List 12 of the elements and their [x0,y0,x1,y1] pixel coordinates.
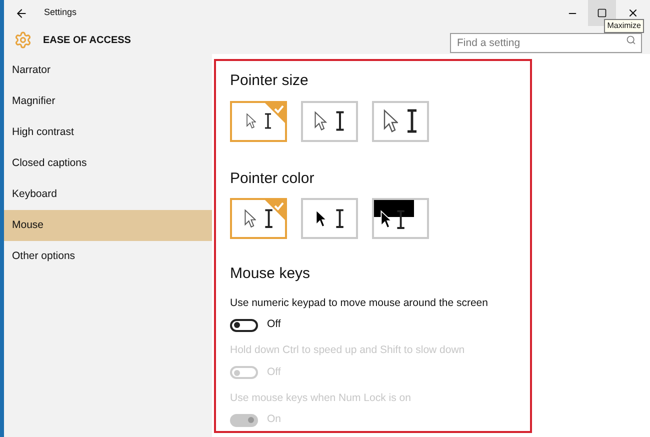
setting-label: Use mouse keys when Num Lock is on [230,390,412,406]
section-heading: Pointer color [230,168,316,188]
setting-label: Use numeric keypad to move mouse around the screen [230,296,489,310]
page-title: EASE OF ACCESS [43,34,131,48]
toggle-state: On [267,412,282,428]
toggle-state: Off [267,317,281,332]
tooltip: Maximize [604,19,644,33]
section-heading: Mouse keys [230,264,312,284]
section-heading: Pointer size [230,71,310,91]
toggle-state: Off [267,364,281,380]
window-title: Settings [44,6,77,20]
setting-label: Hold down Ctrl to speed up and Shift to slow down [230,343,466,358]
